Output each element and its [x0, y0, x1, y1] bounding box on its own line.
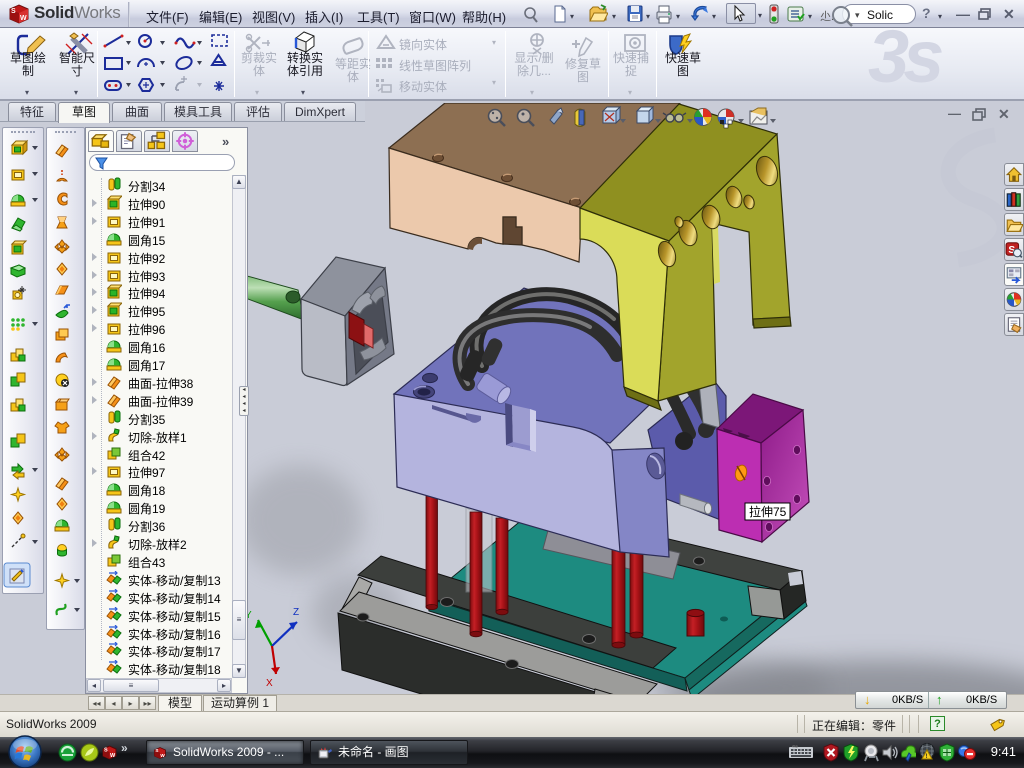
svg-text:S: S	[104, 748, 108, 754]
svg-text:拉伸75: 拉伸75	[749, 504, 787, 519]
svg-text:S: S	[155, 748, 158, 753]
svg-text:X: X	[266, 678, 273, 689]
svg-text:S: S	[11, 8, 16, 15]
svg-text:W: W	[160, 753, 165, 758]
svg-text:Z: Z	[293, 607, 299, 618]
svg-text:键盘: 键盘	[792, 745, 798, 749]
svg-text:!: !	[926, 754, 928, 760]
svg-text:W: W	[110, 753, 116, 759]
svg-text:W: W	[20, 15, 27, 22]
svg-text:Y: Y	[248, 610, 252, 621]
